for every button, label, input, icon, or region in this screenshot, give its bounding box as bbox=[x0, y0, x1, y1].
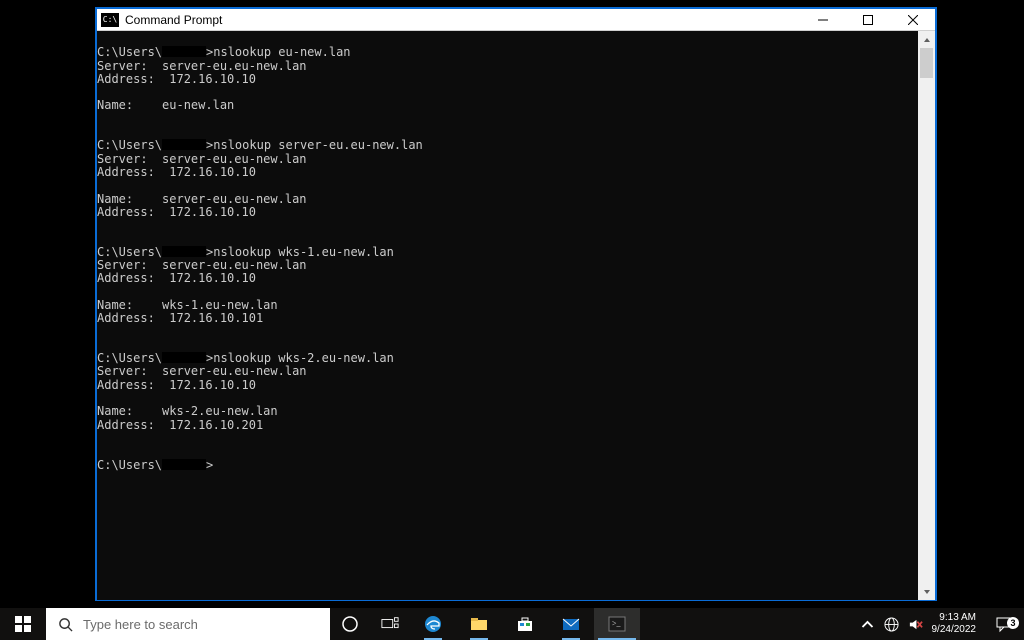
taskbar-app-store[interactable] bbox=[502, 608, 548, 640]
scroll-down-button[interactable] bbox=[918, 583, 935, 600]
start-button[interactable] bbox=[0, 608, 46, 640]
taskbar-clock[interactable]: 9:13 AM 9/24/2022 bbox=[928, 612, 985, 636]
cortana-button[interactable] bbox=[330, 608, 370, 640]
taskbar-app-edge[interactable] bbox=[410, 608, 456, 640]
minimize-button[interactable] bbox=[800, 9, 845, 30]
command-prompt-window: C:\ Command Prompt C:\Users\>nslookup eu… bbox=[96, 8, 936, 600]
tray-network-button[interactable] bbox=[880, 608, 904, 640]
taskbar-app-command-prompt[interactable]: >_ bbox=[594, 608, 640, 640]
taskbar-app-file-explorer[interactable] bbox=[456, 608, 502, 640]
volume-muted-icon bbox=[908, 617, 923, 632]
titlebar[interactable]: C:\ Command Prompt bbox=[97, 9, 935, 31]
task-view-button[interactable] bbox=[370, 608, 410, 640]
notification-badge: 3 bbox=[1007, 617, 1019, 629]
action-center-button[interactable]: 3 bbox=[984, 615, 1024, 633]
taskbar-search[interactable]: Type here to search bbox=[46, 608, 330, 640]
close-button[interactable] bbox=[890, 9, 935, 30]
clock-date: 9/24/2022 bbox=[932, 624, 977, 636]
taskbar-app-mail[interactable] bbox=[548, 608, 594, 640]
task-view-icon bbox=[381, 615, 399, 633]
file-explorer-icon bbox=[470, 615, 488, 633]
taskbar: Type here to search >_ 9:13 AM 9/24/2022 bbox=[0, 608, 1024, 640]
mail-icon bbox=[562, 615, 580, 633]
network-icon bbox=[884, 617, 899, 632]
window-title: Command Prompt bbox=[125, 13, 222, 27]
system-tray: 9:13 AM 9/24/2022 3 bbox=[856, 608, 1024, 640]
command-prompt-icon: >_ bbox=[608, 615, 626, 633]
console-output[interactable]: C:\Users\>nslookup eu-new.lan Server: se… bbox=[97, 31, 918, 600]
svg-text:>_: >_ bbox=[612, 619, 622, 628]
maximize-button[interactable] bbox=[845, 9, 890, 30]
store-icon bbox=[516, 615, 534, 633]
edge-icon bbox=[424, 615, 442, 633]
clock-time: 9:13 AM bbox=[939, 612, 976, 624]
command-prompt-icon: C:\ bbox=[101, 13, 119, 27]
search-icon bbox=[58, 617, 73, 632]
tray-volume-button[interactable] bbox=[904, 608, 928, 640]
search-placeholder: Type here to search bbox=[83, 617, 198, 632]
vertical-scrollbar[interactable] bbox=[918, 31, 935, 600]
scroll-up-button[interactable] bbox=[918, 31, 935, 48]
cortana-icon bbox=[341, 615, 359, 633]
tray-overflow-button[interactable] bbox=[856, 608, 880, 640]
scrollbar-thumb[interactable] bbox=[920, 48, 933, 78]
chevron-up-icon bbox=[860, 617, 875, 632]
